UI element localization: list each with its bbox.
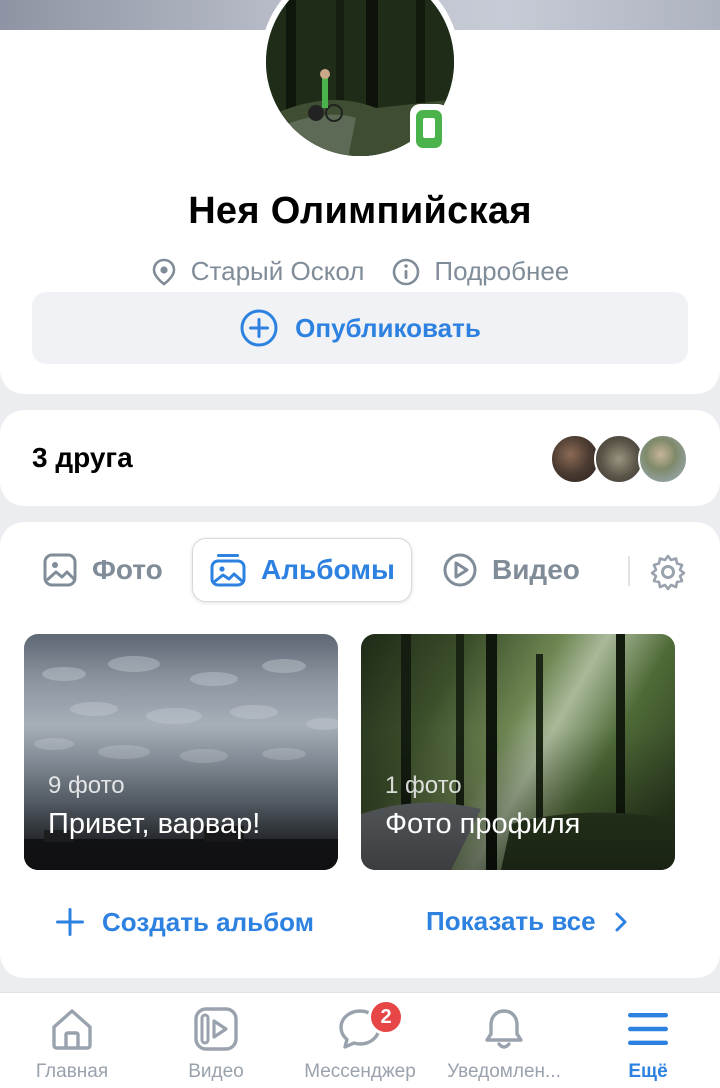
album-card[interactable]: 9 фото Привет, варвар! xyxy=(24,634,338,870)
tab-video-label: Видео xyxy=(492,554,580,585)
tabbar-label: Ещё xyxy=(628,1061,668,1082)
tabbar-label: Главная xyxy=(35,1061,109,1082)
media-tabs: Фото Альбомы Видео xyxy=(24,538,696,604)
chevron-right-icon xyxy=(615,912,627,931)
phone-icon xyxy=(416,110,442,148)
friend-avatars[interactable] xyxy=(550,434,690,484)
city-label: Старый Оскол xyxy=(190,256,365,286)
tabbar-item-video[interactable]: Видео xyxy=(144,993,288,1088)
album-card[interactable]: 1 фото Фото профиля xyxy=(361,634,675,870)
plus-circle-icon xyxy=(240,309,278,347)
home-icon xyxy=(48,1003,96,1055)
profile-meta: Старый Оскол Подробнее xyxy=(0,256,720,287)
friend-avatar xyxy=(638,434,688,484)
tabbar-item-messenger[interactable]: 2 Мессенджер xyxy=(288,993,432,1088)
friend-avatar xyxy=(594,434,644,484)
album-photo-count: 9 фото xyxy=(48,772,125,799)
details-link[interactable]: Подробнее xyxy=(392,256,569,287)
album-photo-count: 1 фото xyxy=(385,772,462,799)
tabbar-item-notifications[interactable]: Уведомлен... xyxy=(432,993,576,1088)
tabbar-label: Мессенджер xyxy=(304,1061,416,1082)
show-all-label: Показать все xyxy=(426,906,596,936)
tab-photos-label: Фото xyxy=(92,554,163,585)
media-card: Фото Альбомы Видео 9 фото Привет, варвар… xyxy=(0,522,720,978)
video-icon xyxy=(192,1003,240,1055)
friend-avatar xyxy=(550,434,600,484)
tabbar-item-more[interactable]: Ещё xyxy=(576,993,720,1088)
play-circle-icon xyxy=(443,553,477,587)
friends-card[interactable]: 3 друга xyxy=(0,410,720,506)
avatar-container xyxy=(252,0,468,170)
tab-albums[interactable]: Альбомы xyxy=(192,538,412,602)
info-icon xyxy=(393,258,420,285)
image-icon xyxy=(43,553,77,587)
bell-icon xyxy=(480,1003,528,1055)
publish-label: Опубликовать xyxy=(295,312,481,343)
publish-button[interactable]: Опубликовать xyxy=(32,292,688,364)
tab-albums-label: Альбомы xyxy=(261,554,395,585)
profile-name: Нея Олимпийская xyxy=(188,190,532,232)
plus-icon xyxy=(56,908,84,936)
tabbar-label: Уведомлен... xyxy=(447,1061,561,1082)
tabbar-item-home[interactable]: Главная xyxy=(0,993,144,1088)
profile-card: Нея Олимпийская Старый Оскол Подробнее О… xyxy=(0,0,720,394)
tab-photos[interactable]: Фото xyxy=(26,538,179,602)
album-title: Фото профиля xyxy=(385,808,581,840)
tabbar-label: Видео xyxy=(188,1061,244,1082)
show-all-button[interactable]: Показать все xyxy=(426,906,628,937)
online-mobile-badge xyxy=(410,104,448,154)
albums-icon xyxy=(210,554,246,587)
friends-count: 3 друга xyxy=(32,442,133,473)
create-album-button[interactable]: Создать альбом xyxy=(54,906,314,938)
create-album-label: Создать альбом xyxy=(102,906,314,937)
bottom-tab-bar: Главная Видео 2 Мессенджер Уведомлен... … xyxy=(0,992,720,1088)
city-info: Старый Оскол xyxy=(151,256,365,287)
tab-video[interactable]: Видео xyxy=(426,538,596,602)
album-title: Привет, варвар! xyxy=(48,808,261,840)
details-label: Подробнее xyxy=(434,256,570,286)
chat-icon: 2 xyxy=(336,999,404,1055)
unread-badge: 2 xyxy=(368,999,404,1035)
location-pin-icon xyxy=(152,258,176,286)
menu-icon xyxy=(624,1003,672,1055)
gear-icon[interactable] xyxy=(648,552,688,597)
tabs-divider xyxy=(628,556,630,586)
